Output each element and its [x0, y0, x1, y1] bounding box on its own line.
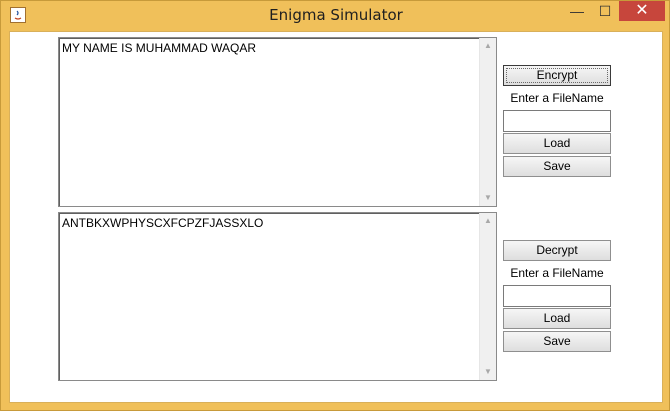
decrypt-button[interactable]: Decrypt — [503, 240, 611, 261]
title-bar[interactable]: Enigma Simulator — ☐ ✕ — [1, 1, 670, 31]
encrypt-filename-label: Enter a FileName — [510, 91, 604, 105]
scroll-up-icon[interactable]: ▲ — [480, 213, 496, 229]
encrypt-filename-field[interactable] — [503, 110, 611, 132]
encrypt-save-button[interactable]: Save — [503, 156, 611, 177]
maximize-button[interactable]: ☐ — [591, 1, 619, 21]
close-button[interactable]: ✕ — [619, 1, 665, 21]
scroll-down-icon[interactable]: ▼ — [480, 364, 496, 380]
encrypt-load-button[interactable]: Load — [503, 133, 611, 154]
plaintext-scrollbar[interactable]: ▲ ▼ — [479, 38, 496, 206]
encrypt-button[interactable]: Encrypt — [503, 65, 611, 86]
scroll-up-icon[interactable]: ▲ — [480, 38, 496, 54]
app-window: Enigma Simulator — ☐ ✕ MY NAME IS MUHAMM… — [0, 0, 670, 411]
ciphertext-scrollbar[interactable]: ▲ ▼ — [479, 213, 496, 380]
decrypt-load-button[interactable]: Load — [503, 308, 611, 329]
decrypt-filename-label: Enter a FileName — [510, 266, 604, 280]
ciphertext-textarea[interactable]: ANTBKXWPHYSCXFCPZFJASSXLO ▲ ▼ — [58, 212, 497, 381]
minimize-button[interactable]: — — [563, 1, 591, 21]
scroll-down-icon[interactable]: ▼ — [480, 190, 496, 206]
content-pane: MY NAME IS MUHAMMAD WAQAR ▲ ▼ Encrypt En… — [9, 31, 663, 403]
decrypt-filename-field[interactable] — [503, 285, 611, 307]
plaintext-value: MY NAME IS MUHAMMAD WAQAR — [62, 41, 257, 55]
decrypt-save-button[interactable]: Save — [503, 331, 611, 352]
ciphertext-value: ANTBKXWPHYSCXFCPZFJASSXLO — [62, 216, 264, 230]
plaintext-textarea[interactable]: MY NAME IS MUHAMMAD WAQAR ▲ ▼ — [58, 37, 497, 207]
